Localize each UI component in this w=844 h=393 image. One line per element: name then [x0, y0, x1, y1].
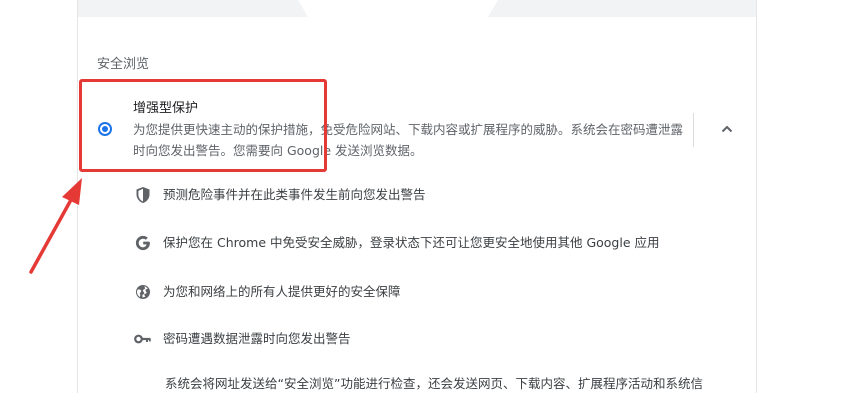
- bottom-note: 系统会将网址发送给“安全浏览”功能进行检查，还会发送网页、下载内容、扩展程序活动…: [165, 376, 703, 391]
- feature-row-google: 保护您在 Chrome 中免受安全威胁，登录状态下还可让您更安全地使用其他 Go…: [133, 231, 660, 255]
- feature-text: 为您和网络上的所有人提供更好的安全保障: [163, 284, 401, 299]
- hero-illustration-strip: [78, 0, 756, 17]
- settings-page: 安全浏览 增强型保护 为您提供更快速主动的保护措施，免受危险网站、下载内容或扩展…: [0, 0, 844, 393]
- vertical-divider: [693, 113, 694, 147]
- feature-text: 密码遭遇数据泄露时向您发出警告: [163, 331, 351, 346]
- feature-text: 保护您在 Chrome 中免受安全威胁，登录状态下还可让您更安全地使用其他 Go…: [163, 235, 660, 250]
- option-title[interactable]: 增强型保护: [133, 101, 198, 117]
- radio-selected-dot: [102, 126, 108, 132]
- feature-row-password: 密码遭遇数据泄露时向您发出警告: [133, 327, 351, 351]
- option-description: 为您提供更快速主动的保护措施，免受危险网站、下载内容或扩展程序的威胁。系统会在密…: [133, 122, 684, 158]
- feature-row-globe: 为您和网络上的所有人提供更好的安全保障: [133, 280, 401, 304]
- chevron-up-icon: [721, 125, 733, 133]
- section-title: 安全浏览: [97, 57, 150, 72]
- globe-icon: [133, 282, 153, 302]
- safe-browsing-card: 安全浏览 增强型保护 为您提供更快速主动的保护措施，免受危险网站、下载内容或扩展…: [77, 0, 757, 393]
- key-icon: [133, 329, 153, 349]
- enhanced-protection-radio[interactable]: [98, 122, 112, 136]
- shield-icon: [133, 185, 153, 205]
- google-icon: [133, 233, 153, 253]
- feature-text: 预测危险事件并在此类事件发生前向您发出警告: [163, 187, 426, 202]
- feature-row-predict: 预测危险事件并在此类事件发生前向您发出警告: [133, 183, 426, 207]
- collapse-button[interactable]: [714, 116, 740, 142]
